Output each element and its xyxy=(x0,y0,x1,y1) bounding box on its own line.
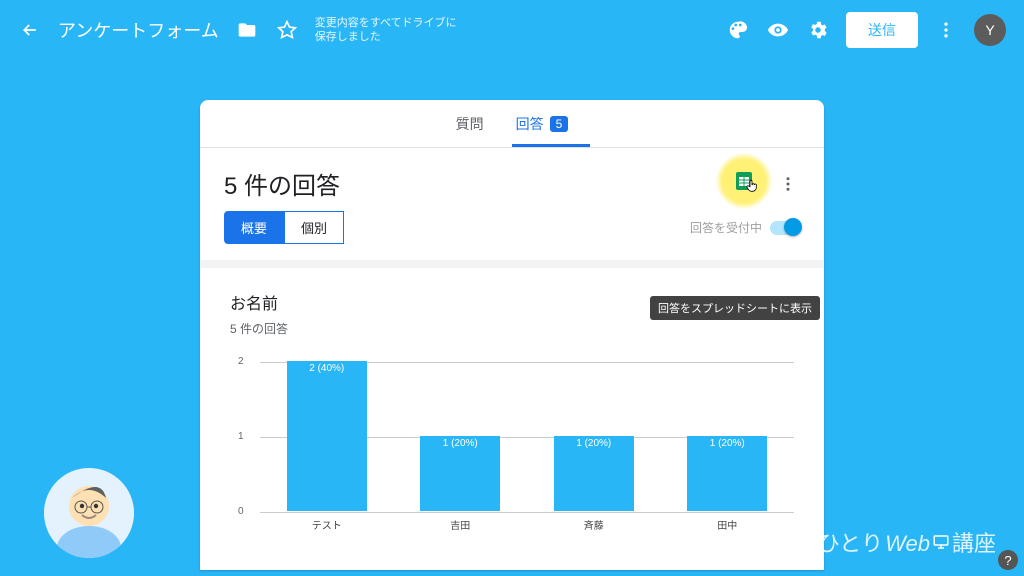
save-status: 変更内容をすべてドライブに保存しました xyxy=(315,16,457,45)
bar: 1 (20%)斉藤 xyxy=(554,436,634,511)
question-subcount: 5 件の回答 xyxy=(230,320,794,337)
accepting-label: 回答を受付中 xyxy=(690,219,762,236)
bar-chart: 0122 (40%)テスト1 (20%)吉田1 (20%)斉藤1 (20%)田中 xyxy=(260,361,794,531)
bar: 2 (40%)テスト xyxy=(287,361,367,511)
back-icon[interactable] xyxy=(18,18,42,42)
help-icon[interactable]: ? xyxy=(998,550,1018,570)
tab-responses[interactable]: 回答 5 xyxy=(516,100,569,147)
folder-icon[interactable] xyxy=(235,18,259,42)
card-tabs: 質問 回答 5 xyxy=(200,100,824,148)
responses-count-badge: 5 xyxy=(550,116,569,132)
more-icon[interactable] xyxy=(934,18,958,42)
send-button[interactable]: 送信 xyxy=(846,12,918,48)
section-divider xyxy=(200,260,824,268)
accepting-row: 回答を受付中 xyxy=(690,219,800,236)
sheets-tooltip: 回答をスプレッドシートに表示 xyxy=(650,296,820,320)
monitor-icon xyxy=(932,533,950,551)
preview-icon[interactable] xyxy=(766,18,790,42)
seg-summary[interactable]: 概要 xyxy=(224,211,284,244)
account-avatar[interactable]: Y xyxy=(974,14,1006,46)
form-title[interactable]: アンケートフォーム xyxy=(58,17,219,43)
palette-icon[interactable] xyxy=(726,18,750,42)
accepting-toggle[interactable] xyxy=(770,221,800,235)
responses-header-row: 5 件の回答 xyxy=(200,148,824,211)
presenter-avatar xyxy=(44,468,134,558)
watermark: ひとりWeb 講座 xyxy=(818,526,996,558)
cursor-icon xyxy=(744,177,760,198)
responses-more-icon[interactable] xyxy=(776,172,800,196)
bar: 1 (20%)吉田 xyxy=(420,436,500,511)
star-icon[interactable] xyxy=(275,18,299,42)
seg-individual[interactable]: 個別 xyxy=(284,211,344,244)
settings-icon[interactable] xyxy=(806,18,830,42)
responses-card: 質問 回答 5 5 件の回答 回答をスプレッドシートに表示 概要 個別 回答を受… xyxy=(200,100,824,570)
tab-responses-label: 回答 xyxy=(516,114,544,134)
responses-title: 5 件の回答 xyxy=(224,166,732,201)
tab-questions[interactable]: 質問 xyxy=(456,100,484,147)
app-header: アンケートフォーム 変更内容をすべてドライブに保存しました 送信 Y xyxy=(0,0,1024,60)
bar: 1 (20%)田中 xyxy=(687,436,767,511)
view-segment-bar: 概要 個別 回答を受付中 xyxy=(200,211,824,260)
